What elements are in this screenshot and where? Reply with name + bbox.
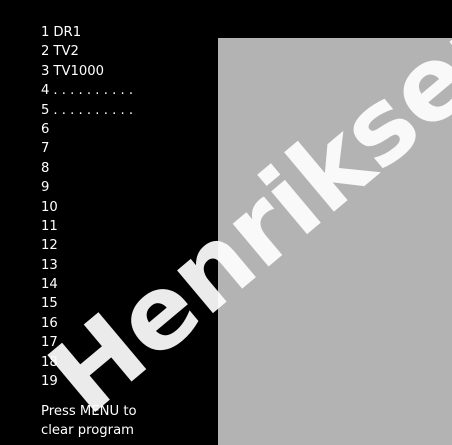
- channel-item-5[interactable]: 5. . . . . . . . . .: [41, 101, 133, 120]
- channel-number: 6: [41, 121, 50, 137]
- channel-item-4[interactable]: 4. . . . . . . . . .: [41, 81, 133, 100]
- channel-number: 9: [41, 180, 50, 196]
- channel-number: 1: [41, 25, 50, 40]
- picture-preview-area: [218, 38, 452, 445]
- channel-number: 15: [41, 296, 58, 312]
- channel-item-13[interactable]: 13: [41, 256, 133, 275]
- channel-number: 10: [41, 199, 58, 215]
- channel-number: 18: [41, 354, 58, 370]
- channel-item-10[interactable]: 10: [41, 198, 133, 217]
- channel-number: 11: [41, 218, 58, 234]
- channel-name: TV1000: [53, 63, 105, 79]
- channel-number: 12: [41, 238, 58, 254]
- channel-number: 19: [41, 374, 58, 390]
- channel-item-9[interactable]: 9: [41, 178, 133, 197]
- tv-menu-screen: 1 DR1 2 TV2 3 TV1000 4. . . . . . . . . .5. . …: [0, 0, 452, 445]
- channel-item-3[interactable]: 3 TV1000: [41, 62, 133, 81]
- channel-list: 1 DR1 2 TV2 3 TV1000 4. . . . . . . . . .5. . …: [41, 23, 133, 391]
- channel-number: 7: [41, 141, 50, 157]
- channel-number: 13: [41, 257, 58, 273]
- hint-line-1: Press MENU to: [41, 404, 137, 419]
- channel-number: 8: [41, 160, 50, 176]
- channel-item-12[interactable]: 12: [41, 236, 133, 255]
- channel-number: 2: [41, 44, 50, 60]
- channel-item-2[interactable]: 2 TV2: [41, 42, 133, 61]
- channel-number: 4: [41, 83, 50, 99]
- channel-item-14[interactable]: 14: [41, 275, 133, 294]
- channel-item-15[interactable]: 15: [41, 294, 133, 313]
- channel-name: DR1: [53, 25, 82, 40]
- channel-item-18[interactable]: 18: [41, 353, 133, 372]
- channel-item-1[interactable]: 1 DR1: [41, 23, 133, 42]
- channel-item-11[interactable]: 11: [41, 217, 133, 236]
- channel-name: . . . . . . . . . .: [53, 83, 134, 99]
- hint-line-2: clear program: [41, 423, 135, 439]
- channel-number: 16: [41, 315, 58, 331]
- channel-item-6[interactable]: 6: [41, 120, 133, 139]
- channel-number: 14: [41, 277, 58, 293]
- channel-item-17[interactable]: 17: [41, 333, 133, 352]
- channel-number: 17: [41, 335, 58, 351]
- clear-program-hint: Press MENU to clear program: [41, 402, 137, 441]
- channel-name: TV2: [53, 44, 79, 60]
- channel-item-7[interactable]: 7: [41, 139, 133, 158]
- channel-item-8[interactable]: 8: [41, 159, 133, 178]
- channel-item-16[interactable]: 16: [41, 314, 133, 333]
- channel-item-19[interactable]: 19: [41, 372, 133, 391]
- channel-number: 5: [41, 102, 50, 118]
- channel-number: 3: [41, 63, 50, 79]
- channel-name: . . . . . . . . . .: [53, 102, 134, 118]
